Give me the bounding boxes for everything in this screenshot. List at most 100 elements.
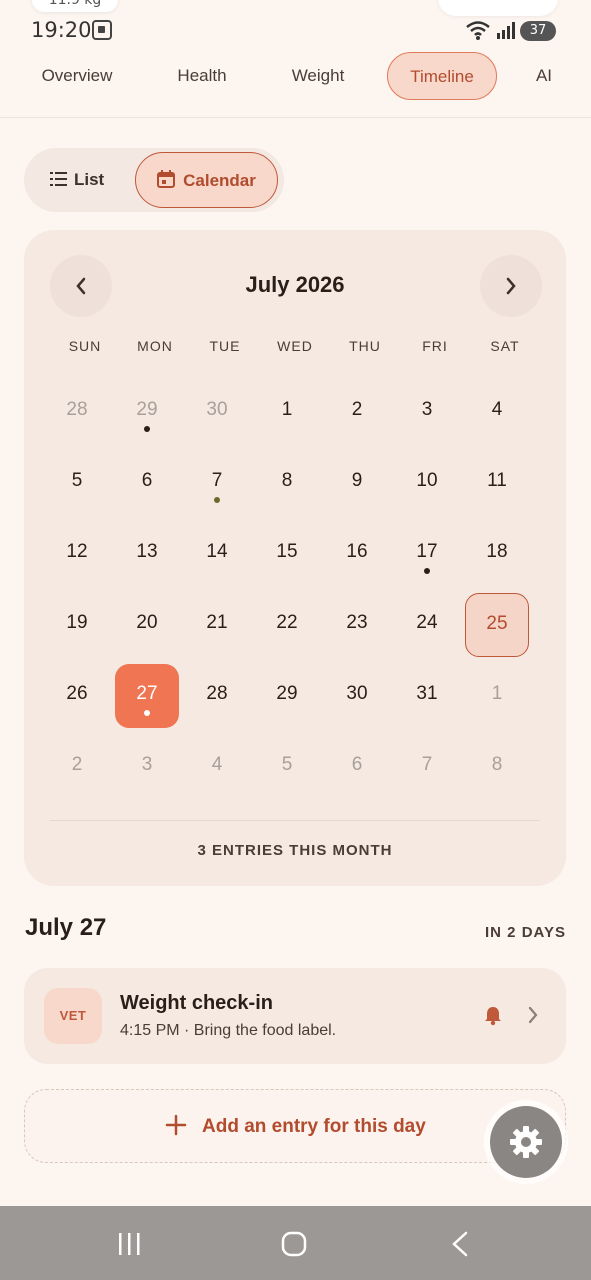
weekday-thu: THU bbox=[349, 338, 381, 354]
calendar-day[interactable]: 26 bbox=[45, 664, 109, 728]
day-number: 18 bbox=[486, 541, 508, 562]
gear-icon bbox=[510, 1126, 542, 1158]
entry-dot bbox=[214, 497, 220, 503]
entry-dot bbox=[144, 710, 150, 716]
calendar-day[interactable]: 8 bbox=[255, 451, 319, 515]
calendar-day[interactable]: 18 bbox=[465, 522, 529, 586]
day-number: 2 bbox=[351, 399, 363, 420]
day-number: 3 bbox=[141, 754, 153, 775]
calendar-day[interactable]: 14 bbox=[185, 522, 249, 586]
calendar-day[interactable]: 16 bbox=[325, 522, 389, 586]
calendar-day[interactable]: 13 bbox=[115, 522, 179, 586]
day-number: 30 bbox=[346, 683, 368, 704]
calendar-day[interactable]: 22 bbox=[255, 593, 319, 657]
add-entry-label: Add an entry for this day bbox=[202, 1116, 426, 1137]
calendar-view-button[interactable]: Calendar bbox=[135, 152, 278, 208]
day-number: 14 bbox=[206, 541, 228, 562]
weekday-wed: WED bbox=[277, 338, 313, 354]
day-number: 28 bbox=[66, 399, 88, 420]
calendar-day[interactable]: 11 bbox=[465, 451, 529, 515]
day-number: 20 bbox=[136, 612, 158, 633]
day-number: 4 bbox=[491, 399, 503, 420]
day-number: 3 bbox=[421, 399, 433, 420]
day-number: 6 bbox=[351, 754, 363, 775]
day-number: 8 bbox=[281, 470, 293, 491]
day-number: 4 bbox=[211, 754, 223, 775]
recent-apps-icon[interactable] bbox=[117, 1232, 141, 1256]
tab-weight[interactable]: Weight bbox=[270, 52, 366, 100]
calendar-day[interactable]: 3 bbox=[115, 735, 179, 799]
add-entry-button[interactable]: Add an entry for this day bbox=[24, 1089, 566, 1163]
calendar-day[interactable]: 5 bbox=[45, 451, 109, 515]
calendar-day[interactable]: 8 bbox=[465, 735, 529, 799]
calendar-day[interactable]: 24 bbox=[395, 593, 459, 657]
calendar-day[interactable]: 19 bbox=[45, 593, 109, 657]
status-time: 19:20 bbox=[31, 18, 92, 42]
chevron-right-icon bbox=[506, 277, 516, 295]
calendar-day[interactable]: 7 bbox=[395, 735, 459, 799]
day-number: 24 bbox=[416, 612, 438, 633]
calendar-day[interactable]: 10 bbox=[395, 451, 459, 515]
day-number: 10 bbox=[416, 470, 438, 491]
calendar-day[interactable]: 17 bbox=[395, 522, 459, 586]
calendar-day[interactable]: 29 bbox=[115, 380, 179, 444]
wifi-icon bbox=[466, 21, 490, 40]
calendar-day[interactable]: 1 bbox=[465, 664, 529, 728]
calendar-day[interactable]: 15 bbox=[255, 522, 319, 586]
day-number: 29 bbox=[136, 399, 158, 420]
calendar-day[interactable]: 2 bbox=[325, 380, 389, 444]
calendar-day[interactable]: 27 bbox=[115, 664, 179, 728]
calendar-day[interactable]: 6 bbox=[325, 735, 389, 799]
settings-fab[interactable] bbox=[490, 1106, 562, 1178]
calendar-day[interactable]: 4 bbox=[465, 380, 529, 444]
calendar-day[interactable]: 28 bbox=[185, 664, 249, 728]
day-number: 7 bbox=[211, 470, 223, 491]
day-number: 5 bbox=[281, 754, 293, 775]
calendar-day[interactable]: 30 bbox=[185, 380, 249, 444]
calendar-day[interactable]: 7 bbox=[185, 451, 249, 515]
tab-health[interactable]: Health bbox=[150, 52, 254, 100]
weekday-mon: MON bbox=[137, 338, 173, 354]
back-icon[interactable] bbox=[450, 1231, 470, 1257]
chevron-right-icon bbox=[528, 1006, 538, 1024]
day-number: 17 bbox=[416, 541, 438, 562]
day-number: 13 bbox=[136, 541, 158, 562]
calendar-day[interactable]: 21 bbox=[185, 593, 249, 657]
calendar-day[interactable]: 1 bbox=[255, 380, 319, 444]
entries-count: 3 ENTRIES THIS MONTH bbox=[197, 842, 393, 859]
tab-ai[interactable]: AI bbox=[522, 52, 566, 100]
calendar-day[interactable]: 3 bbox=[395, 380, 459, 444]
tab-overview[interactable]: Overview bbox=[24, 52, 130, 100]
calendar-day[interactable]: 28 bbox=[45, 380, 109, 444]
calendar-day[interactable]: 23 bbox=[325, 593, 389, 657]
divider bbox=[50, 820, 540, 821]
calendar-day[interactable]: 31 bbox=[395, 664, 459, 728]
day-number: 6 bbox=[141, 470, 153, 491]
vet-badge: VET bbox=[44, 988, 102, 1044]
calendar-day[interactable]: 30 bbox=[325, 664, 389, 728]
calendar-day[interactable]: 5 bbox=[255, 735, 319, 799]
calendar-day[interactable]: 9 bbox=[325, 451, 389, 515]
selected-day-title: July 27 bbox=[25, 914, 107, 941]
day-number: 23 bbox=[346, 612, 368, 633]
screenshot-icon bbox=[92, 20, 112, 40]
calendar-day[interactable]: 2 bbox=[45, 735, 109, 799]
calendar-day[interactable]: 29 bbox=[255, 664, 319, 728]
battery-indicator: 37 bbox=[520, 21, 556, 41]
calendar-day[interactable]: 12 bbox=[45, 522, 109, 586]
calendar-day[interactable]: 6 bbox=[115, 451, 179, 515]
calendar-day[interactable]: 25 bbox=[465, 593, 529, 657]
calendar-day[interactable]: 20 bbox=[115, 593, 179, 657]
home-icon[interactable] bbox=[281, 1231, 307, 1257]
calendar-day[interactable]: 4 bbox=[185, 735, 249, 799]
bell-icon[interactable] bbox=[484, 1006, 502, 1026]
entry-card[interactable]: VET Weight check-in 4:15 PM · Bring the … bbox=[24, 968, 566, 1064]
entry-subtitle: 4:15 PM · Bring the food label. bbox=[120, 1022, 337, 1039]
entry-dot bbox=[424, 568, 430, 574]
list-view-button[interactable]: List bbox=[50, 152, 140, 208]
next-month-button[interactable] bbox=[480, 255, 542, 317]
tab-timeline[interactable]: Timeline bbox=[387, 52, 497, 100]
day-number: 8 bbox=[491, 754, 503, 775]
day-number: 1 bbox=[281, 399, 293, 420]
day-number: 28 bbox=[206, 683, 228, 704]
